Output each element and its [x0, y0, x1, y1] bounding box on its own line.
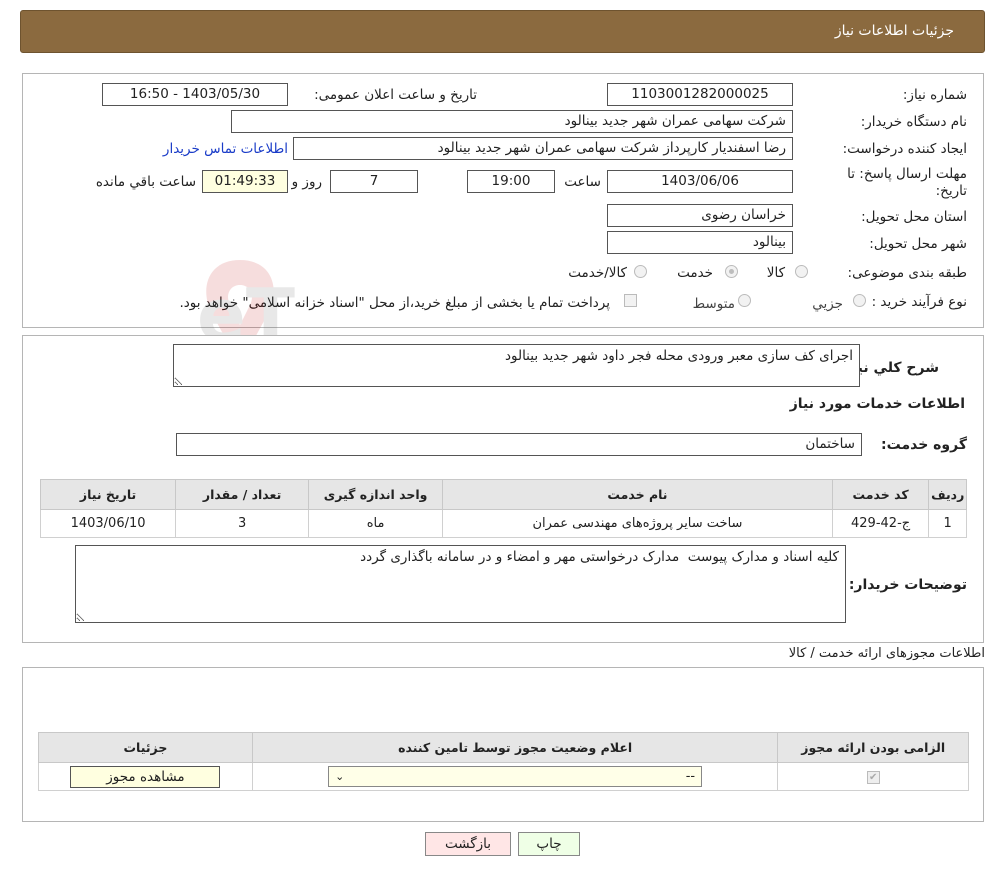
remaining-time-field: 01:49:33	[202, 170, 288, 193]
permits-table: الزامی بودن ارائه مجوز اعلام وضعیت مجوز …	[38, 732, 969, 791]
col-row: ردیف	[928, 479, 967, 510]
service-group-label: گروه خدمت:	[881, 437, 967, 453]
buyer-contact-link[interactable]: اطلاعات تماس خریدار	[163, 141, 288, 157]
category-radio-goods-service[interactable]	[634, 265, 647, 278]
chevron-down-icon: ⌄	[335, 770, 345, 783]
province-label: استان محل تحویل:	[861, 209, 967, 225]
treasury-checkbox[interactable]	[624, 294, 637, 307]
col-permit-details: جزئیات	[38, 732, 253, 763]
purchase-process-label: نوع فرآیند خرید :	[871, 294, 967, 310]
cell-permit-status: -- ⌄	[251, 762, 779, 791]
cell-permit-details: مشاهده مجوز	[38, 762, 253, 791]
description-textarea[interactable]: اجرای کف سازی معبر ورودی محله فجر داود ش…	[173, 344, 860, 387]
view-permit-button[interactable]: مشاهده مجوز	[70, 765, 221, 788]
deadline-time-field: 19:00	[467, 170, 555, 193]
services-section-title: اطلاعات خدمات مورد نیاز	[789, 396, 965, 412]
table-row: 1 ج-42-429 ساخت سایر پروژه‌های مهندسی عم…	[39, 509, 967, 538]
requester-label: ایجاد کننده درخواست:	[842, 141, 967, 157]
back-button[interactable]: بازگشت	[425, 832, 511, 856]
category-radio-goods[interactable]	[795, 265, 808, 278]
col-service-name: نام خدمت	[442, 479, 833, 510]
deadline-label: مهلت ارسال پاسخ: تا تاریخ:	[847, 166, 967, 199]
city-field: بینالود	[607, 231, 793, 254]
announce-datetime-label: تاریخ و ساعت اعلان عمومی:	[314, 87, 477, 103]
permits-section-title: اطلاعات مجوزهای ارائه خدمت / کالا	[788, 646, 985, 661]
required-checkbox-checked-icon: ✔	[866, 771, 880, 784]
category-option-service: خدمت	[677, 265, 713, 281]
services-table: ردیف کد خدمت نام خدمت واحد اندازه گیری ت…	[39, 479, 967, 538]
col-quantity: تعداد / مقدار	[175, 479, 310, 510]
page-title: جزئیات اطلاعات نیاز	[834, 23, 954, 39]
process-radio-minor[interactable]	[853, 294, 866, 307]
deadline-date-field: 1403/06/06	[607, 170, 793, 193]
cell-row: 1	[928, 509, 967, 538]
buyer-org-label: نام دستگاه خریدار:	[860, 114, 967, 130]
need-number-field: 1103001282000025	[607, 83, 793, 106]
buyer-notes-label: توضیحات خریدار:	[848, 577, 967, 593]
process-option-medium: متوسط	[692, 296, 735, 312]
deadline-days-field: 7	[330, 170, 418, 193]
treasury-note: پرداخت تمام یا بخشی از مبلغ خرید،از محل …	[179, 295, 610, 311]
category-radio-service[interactable]	[725, 265, 738, 278]
process-radio-medium[interactable]	[738, 294, 751, 307]
requester-field: رضا اسفندیار کارپرداز شرکت سهامی عمران ش…	[293, 137, 793, 160]
buyer-org-field: شرکت سهامی عمران شهر جدید بینالود	[231, 110, 793, 133]
services-table-header: ردیف کد خدمت نام خدمت واحد اندازه گیری ت…	[39, 479, 967, 510]
page-header: جزئیات اطلاعات نیاز	[20, 10, 985, 53]
col-unit: واحد اندازه گیری	[308, 479, 444, 510]
province-field: خراسان رضوی	[607, 204, 793, 227]
cell-service-code: ج-42-429	[831, 509, 930, 538]
permit-status-select[interactable]: -- ⌄	[328, 766, 703, 787]
permit-status-value: --	[685, 769, 696, 784]
category-label: طبقه بندی موضوعی:	[847, 265, 967, 281]
col-permit-status: اعلام وضعیت مجوز توسط تامین کننده	[251, 732, 779, 763]
need-number-label: شماره نیاز:	[902, 87, 967, 103]
category-option-goods-service: کالا/خدمت	[568, 265, 627, 281]
days-label: روز و	[291, 174, 322, 190]
remaining-time-label: ساعت باقي مانده	[95, 174, 196, 190]
category-option-goods: کالا	[766, 265, 785, 281]
cell-need-date: 1403/06/10	[39, 509, 177, 538]
table-row: ✔ -- ⌄ مشاهده مجوز	[38, 762, 969, 791]
cell-service-name: ساخت سایر پروژه‌های مهندسی عمران	[442, 509, 833, 538]
service-group-field: ساختمان	[176, 433, 862, 456]
process-option-minor: جزیي	[812, 296, 843, 312]
permits-table-header: الزامی بودن ارائه مجوز اعلام وضعیت مجوز …	[38, 732, 969, 763]
cell-permit-required: ✔	[777, 762, 969, 791]
cell-quantity: 3	[175, 509, 310, 538]
buyer-notes-textarea[interactable]: کلیه اسناد و مدارک پیوست مدارک درخواستی …	[75, 545, 846, 623]
cell-unit: ماه	[308, 509, 444, 538]
col-service-code: کد خدمت	[831, 479, 930, 510]
col-need-date: تاریخ نیاز	[39, 479, 177, 510]
announce-datetime-field: 1403/05/30 - 16:50	[102, 83, 288, 106]
print-button[interactable]: چاپ	[518, 832, 580, 856]
city-label: شهر محل تحویل:	[869, 236, 967, 252]
col-permit-required: الزامی بودن ارائه مجوز	[777, 732, 969, 763]
deadline-time-label: ساعت	[564, 174, 601, 190]
